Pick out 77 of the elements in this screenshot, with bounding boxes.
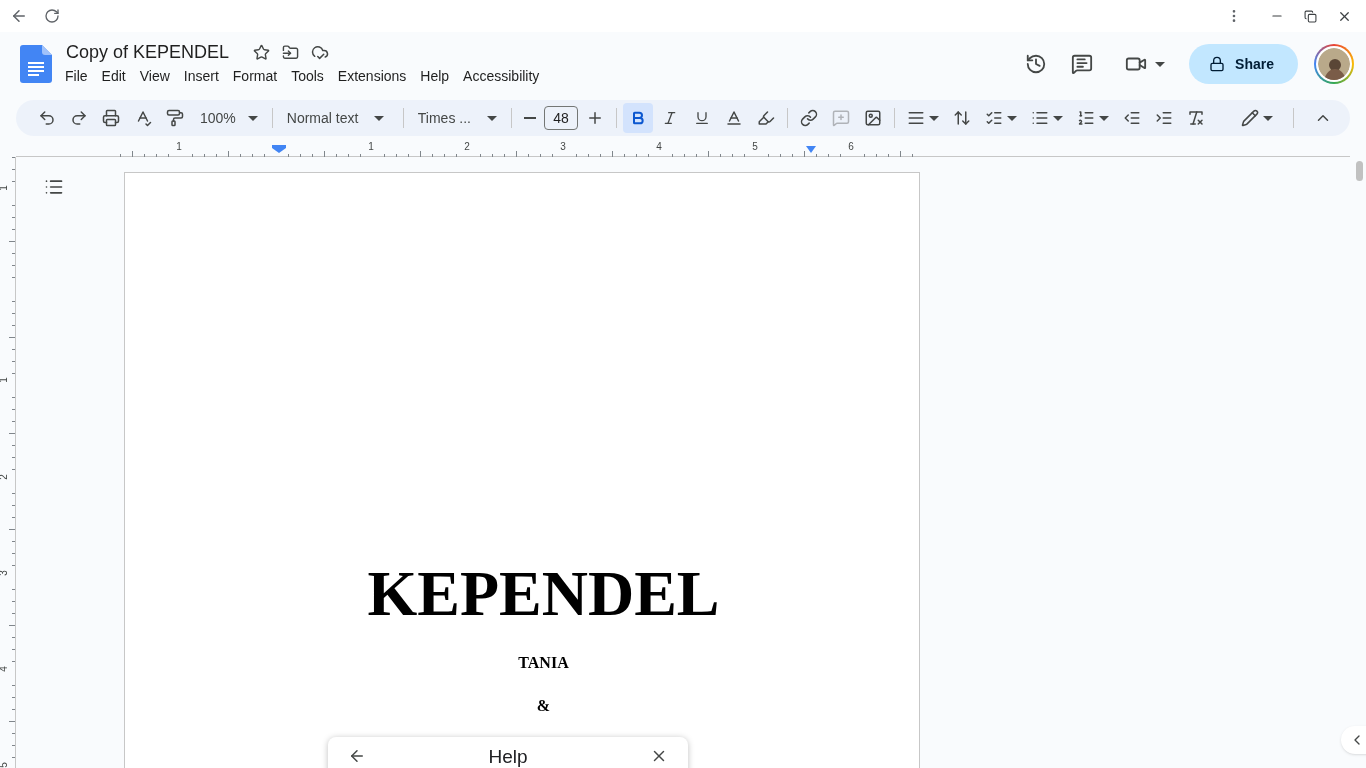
menu-item[interactable]: View bbox=[132, 64, 177, 88]
avatar[interactable] bbox=[1314, 44, 1354, 84]
align-icon bbox=[906, 109, 925, 127]
menu-item[interactable]: Format bbox=[225, 64, 285, 88]
numbered-list-icon bbox=[1076, 109, 1095, 127]
document-title-text: KEPENDEL bbox=[366, 558, 721, 630]
caret-icon bbox=[1052, 115, 1063, 121]
share-button[interactable]: Share bbox=[1189, 44, 1298, 84]
add-comment-icon bbox=[831, 109, 850, 127]
menu-item[interactable]: Help bbox=[413, 64, 457, 88]
side-panel-toggle-button[interactable] bbox=[1341, 726, 1366, 754]
line-spacing-icon bbox=[952, 109, 971, 127]
history-icon bbox=[1025, 53, 1048, 75]
ruler-number: 2 bbox=[0, 474, 9, 480]
caret-icon bbox=[486, 115, 497, 121]
reload-icon bbox=[44, 8, 60, 24]
redo-icon bbox=[70, 109, 88, 127]
caret-icon bbox=[374, 115, 385, 121]
document-name-text: TANIA bbox=[517, 653, 570, 673]
clear-formatting-icon bbox=[1186, 109, 1205, 127]
ruler-number: 1 bbox=[176, 141, 182, 153]
help-title: Help bbox=[487, 747, 529, 767]
undo-icon bbox=[38, 109, 56, 127]
comment-icon bbox=[1071, 53, 1094, 75]
paint-format-icon bbox=[166, 109, 184, 127]
right-indent-marker-icon[interactable] bbox=[806, 146, 816, 153]
decrease-indent-icon bbox=[1122, 109, 1141, 127]
menu-item[interactable]: Extensions bbox=[330, 64, 414, 88]
font-size-field[interactable]: 48 bbox=[543, 106, 578, 130]
star-icon bbox=[253, 43, 271, 61]
caret-icon bbox=[1155, 61, 1166, 67]
caret-icon bbox=[1263, 115, 1273, 121]
left-indent-marker-icon[interactable] bbox=[272, 145, 286, 153]
print-icon bbox=[102, 109, 120, 127]
ruler-number: 2 bbox=[464, 141, 470, 153]
ruler-number: 3 bbox=[560, 141, 566, 153]
font-select[interactable]: Times ... bbox=[409, 104, 505, 132]
menu-item[interactable]: Insert bbox=[176, 64, 226, 88]
menu-item[interactable]: Accessibility bbox=[456, 64, 547, 88]
ruler-number: 6 bbox=[848, 141, 854, 153]
folder-icon bbox=[282, 43, 300, 61]
editing-mode-icon bbox=[1241, 109, 1259, 127]
restore-icon bbox=[1304, 9, 1317, 23]
ruler-number: 1 bbox=[0, 185, 9, 191]
zoom-select[interactable]: 100% bbox=[192, 104, 266, 132]
lock-icon bbox=[1209, 56, 1226, 72]
minus-icon bbox=[523, 117, 536, 119]
ruler-number: 3 bbox=[0, 570, 9, 576]
bulleted-list-icon bbox=[1030, 109, 1049, 127]
caret-icon bbox=[247, 115, 258, 121]
bold-button[interactable] bbox=[622, 103, 653, 133]
insert-image-icon bbox=[863, 109, 882, 127]
cloud-check-icon bbox=[311, 43, 330, 61]
ruler-number: 4 bbox=[656, 141, 662, 153]
menu-item[interactable]: File bbox=[58, 64, 95, 88]
back-button[interactable] bbox=[348, 747, 366, 765]
ruler-number: 4 bbox=[0, 666, 9, 672]
checklist-icon bbox=[984, 109, 1003, 127]
outline-icon bbox=[44, 177, 64, 197]
caret-icon bbox=[928, 115, 939, 121]
caret-icon bbox=[1006, 115, 1017, 121]
menu-item[interactable]: Tools bbox=[284, 64, 331, 88]
ruler-number: 5 bbox=[752, 141, 758, 153]
underline-icon bbox=[693, 110, 710, 126]
text-color-icon bbox=[724, 109, 743, 127]
document-name-text: & bbox=[535, 696, 552, 716]
ruler-number: 5 bbox=[0, 762, 9, 768]
caret-icon bbox=[1098, 115, 1109, 121]
document-name[interactable]: Copy of KEPENDEL bbox=[64, 40, 232, 64]
insert-link-icon bbox=[799, 109, 818, 127]
highlight-icon bbox=[756, 109, 775, 127]
style-select[interactable]: Normal text bbox=[278, 104, 397, 132]
docs-logo-icon[interactable] bbox=[20, 45, 52, 83]
ruler-number: 1 bbox=[0, 377, 9, 383]
increase-indent-icon bbox=[1154, 109, 1173, 127]
ruler-number: 1 bbox=[368, 141, 374, 153]
menu-item[interactable]: Edit bbox=[94, 64, 133, 88]
